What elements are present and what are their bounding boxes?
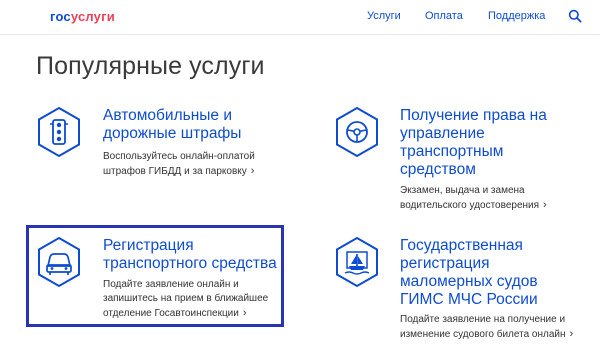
card-desc-line: Воспользуйтесь онлайн-оплатой (103, 151, 255, 162)
card-desc-line: штрафов ГИБДД и за парковку › (103, 165, 255, 177)
service-card-fines[interactable]: Автомобильные и дорожные штрафы Воспольз… (36, 104, 286, 184)
search-icon[interactable] (568, 9, 582, 23)
service-card-driving-license[interactable]: Получение права на управление транспортн… (334, 104, 584, 214)
steering-wheel-icon (336, 106, 378, 158)
card-title-line: регистрация (400, 255, 490, 272)
page: госуслуги Услуги Оплата Поддержка Популя… (0, 0, 600, 350)
card-title-line: Автомобильные и (103, 107, 232, 124)
nav-support[interactable]: Поддержка (488, 10, 545, 22)
card-title-line: Регистрация (103, 237, 194, 254)
card-title-line: дорожные штрафы (103, 125, 242, 142)
card-title: Автомобильные и дорожные штрафы (103, 107, 293, 143)
header: госуслуги Услуги Оплата Поддержка (0, 0, 600, 35)
card-description: Подайте заявление на получение и изменен… (400, 313, 600, 342)
card-desc-line: запишитесь на прием в ближайшее (103, 293, 269, 304)
card-title-line: транспортным (400, 143, 504, 160)
card-title-line: средством (400, 161, 476, 178)
card-desc-line: Подайте заявление на получение и (400, 314, 566, 325)
page-title: Популярные услуги (36, 52, 265, 80)
car-icon (38, 236, 80, 288)
nav-payment[interactable]: Оплата (425, 10, 463, 22)
card-title: Государственная регистрация маломерных с… (400, 237, 600, 309)
chevron-right-icon: › (543, 199, 547, 211)
chevron-right-icon: › (569, 328, 574, 340)
card-desc-line: Экзамен, выдача и замена (400, 185, 525, 196)
card-title: Регистрация транспортного средства (103, 237, 293, 273)
logo[interactable]: госуслуги (50, 9, 115, 24)
card-desc-line: Подайте заявление онлайн и (103, 279, 239, 290)
card-title: Получение права на управление транспортн… (400, 107, 590, 179)
service-card-small-vessels[interactable]: Государственная регистрация маломерных с… (334, 234, 596, 344)
card-title-line: ГИМС МЧС России (400, 291, 538, 308)
card-title-line: транспортного средства (103, 255, 277, 272)
logo-part1: гос (50, 9, 71, 24)
chevron-right-icon: › (242, 307, 247, 319)
card-description: Экзамен, выдача и замена водительского у… (400, 184, 600, 213)
boat-icon (336, 236, 378, 288)
card-title-line: Получение права на (400, 107, 547, 124)
card-desc-line: изменение судового билета онлайн › (400, 328, 574, 340)
chevron-right-icon: › (250, 165, 255, 177)
card-title-line: маломерных судов (400, 273, 538, 290)
nav-services[interactable]: Услуги (367, 10, 401, 22)
card-desc-line: отделение Госавтоинспекции › (103, 307, 247, 319)
card-description: Подайте заявление онлайн и запишитесь на… (103, 278, 303, 321)
service-card-vehicle-registration[interactable]: Регистрация транспортного средства Подай… (36, 234, 281, 324)
card-title-line: управление (400, 125, 485, 142)
logo-part2: услуги (70, 9, 115, 24)
card-title-line: Государственная (400, 237, 523, 254)
traffic-light-icon (38, 106, 80, 158)
card-desc-line: водительского удостоверения › (400, 199, 547, 211)
card-description: Воспользуйтесь онлайн-оплатой штрафов ГИ… (103, 150, 303, 179)
